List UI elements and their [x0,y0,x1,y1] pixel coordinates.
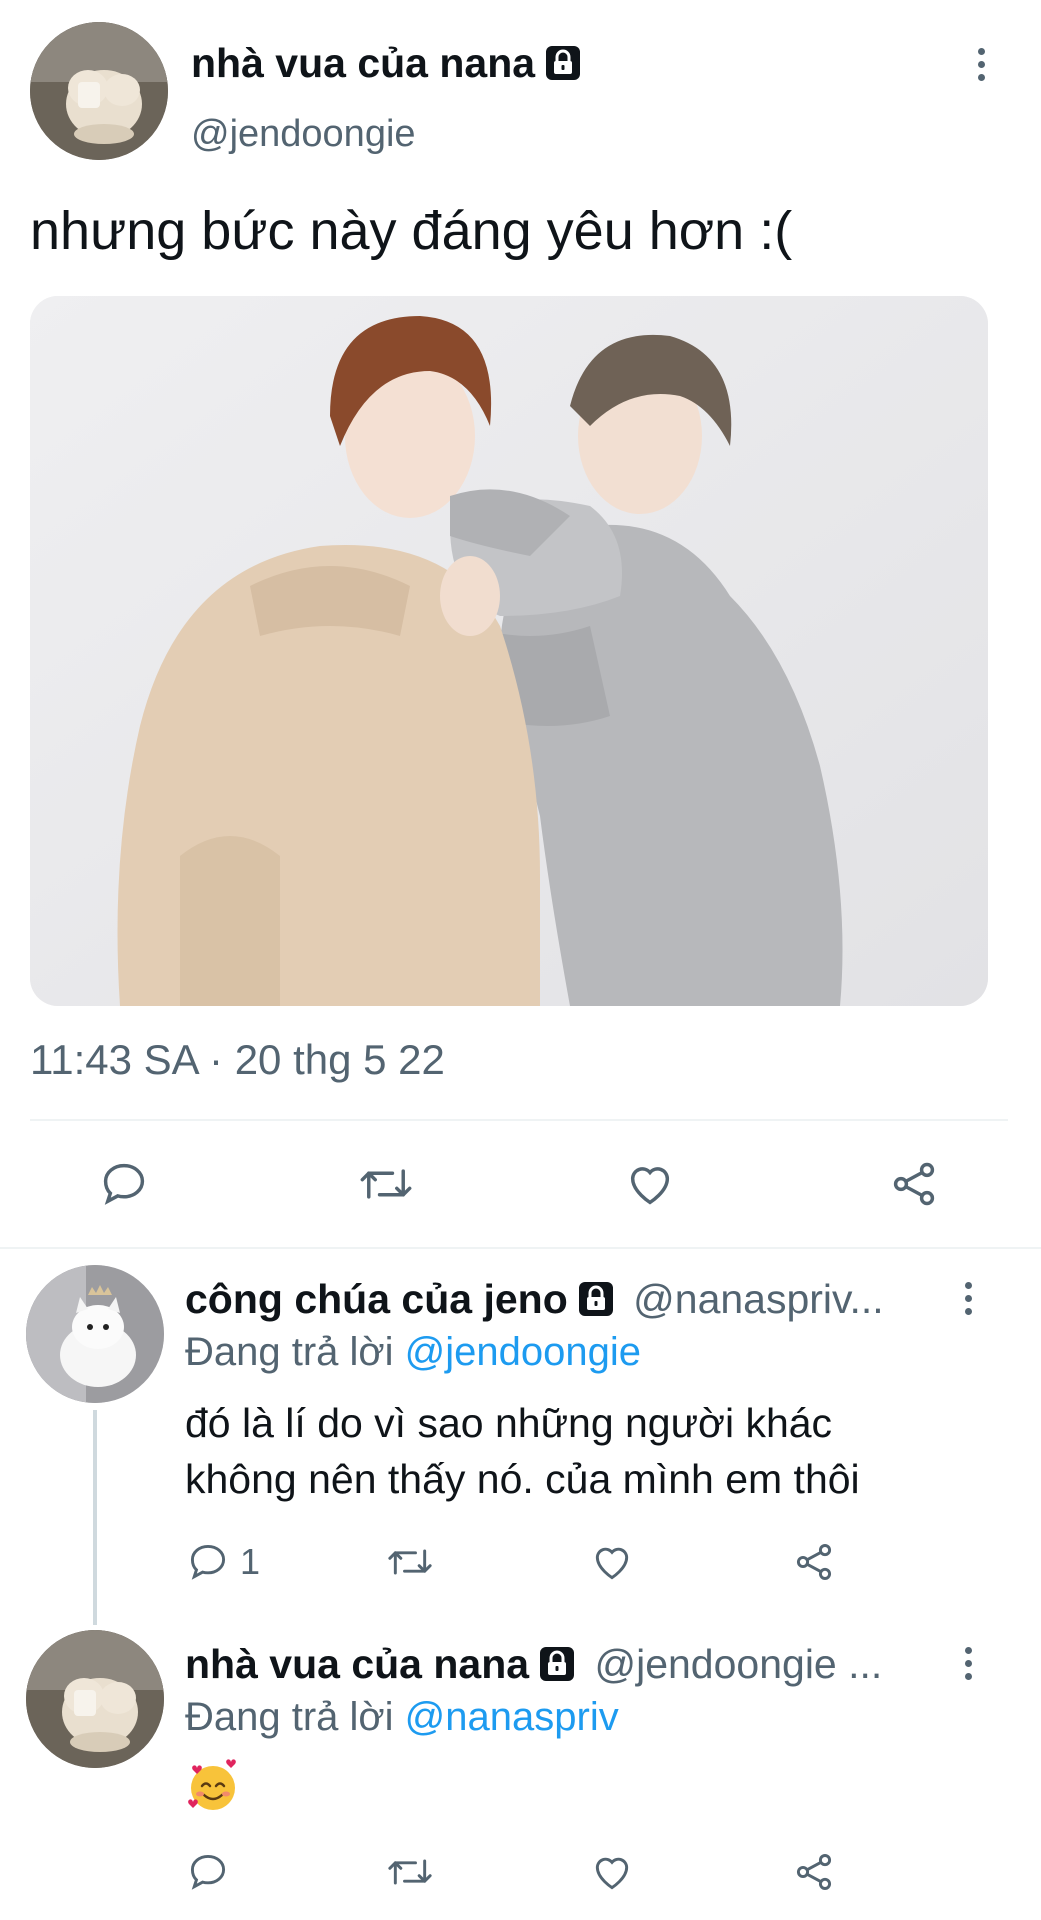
replying-to: Đang trả lời @nanaspriv [185,1695,619,1740]
reply-button[interactable] [186,1850,230,1894]
more-vertical-icon[interactable] [975,48,987,81]
share-icon [888,1158,940,1210]
reply-author-handle: @jendoongie ... [594,1641,883,1687]
author-avatar[interactable] [30,22,168,160]
reply-author-row[interactable]: công chúa của jeno @nanaspriv... [185,1276,945,1327]
reply-icon [98,1158,150,1210]
author-name[interactable]: nhà vua của nana [191,40,581,91]
share-button[interactable] [792,1850,836,1894]
share-button[interactable] [792,1540,836,1584]
reply-avatar[interactable] [26,1630,164,1768]
heart-icon [590,1850,634,1894]
tweet-timestamp[interactable]: 11:43 SA · 20 thg 5 22 [30,1036,445,1084]
reply-button[interactable]: 1 [186,1540,260,1584]
section-divider [0,1247,1041,1249]
reply-author-handle: @nanaspriv... [633,1276,884,1322]
dog-avatar-image [30,22,168,160]
replying-to: Đang trả lời @jendoongie [185,1330,641,1375]
replying-to-link[interactable]: @nanaspriv [405,1695,619,1739]
replying-to-link[interactable]: @jendoongie [405,1330,641,1374]
share-button[interactable] [888,1158,940,1210]
author-name-text: nhà vua của nana [191,40,536,86]
reply-button[interactable] [98,1158,150,1210]
reply-author-name: công chúa của jeno [185,1276,568,1322]
reply-emoji-text: 🥰 [241,1758,242,1759]
heart-icon [590,1540,634,1584]
lock-icon [539,1645,575,1692]
author-handle[interactable]: @jendoongie [191,113,416,156]
photo-two-people-hoodies [30,296,988,1006]
like-button[interactable] [590,1850,634,1894]
lock-icon [578,1280,614,1327]
lock-icon [545,44,581,91]
retweet-button[interactable] [358,1158,414,1210]
reply-avatar[interactable] [26,1265,164,1403]
retweet-button[interactable] [386,1850,434,1894]
share-icon [792,1540,836,1584]
reply-author-name: nhà vua của nana [185,1641,530,1687]
tweet-photo[interactable] [30,296,988,1006]
divider [30,1119,1008,1121]
like-button[interactable] [590,1540,634,1584]
thread-line [93,1410,97,1625]
reply-text-line-1: đó là lí do vì sao những người khác [185,1400,833,1446]
retweet-icon [386,1850,434,1894]
reply-author-row[interactable]: nhà vua của nana @jendoongie ... [185,1641,945,1692]
retweet-icon [358,1158,414,1210]
heart-icon [624,1158,676,1210]
tweet-text: nhưng bức này đáng yêu hơn :( [30,201,793,261]
reply-text-line-2: không nên thấy nó. của mình em thôi [185,1456,860,1502]
reply-icon [186,1540,230,1584]
reply-emoji: 🥰 [185,1758,241,1814]
share-icon [792,1850,836,1894]
replying-prefix: Đang trả lời [185,1695,394,1739]
replying-prefix: Đang trả lời [185,1330,394,1374]
reply-icon [186,1850,230,1894]
reply-count: 1 [240,1541,261,1582]
more-vertical-icon[interactable] [962,1647,974,1680]
retweet-icon [386,1540,434,1584]
smiling-face-with-hearts-icon [188,1759,236,1810]
more-vertical-icon[interactable] [962,1282,974,1315]
retweet-button[interactable] [386,1540,434,1584]
cat-avatar-image [26,1265,164,1403]
dog-avatar-image [26,1630,164,1768]
like-button[interactable] [624,1158,676,1210]
